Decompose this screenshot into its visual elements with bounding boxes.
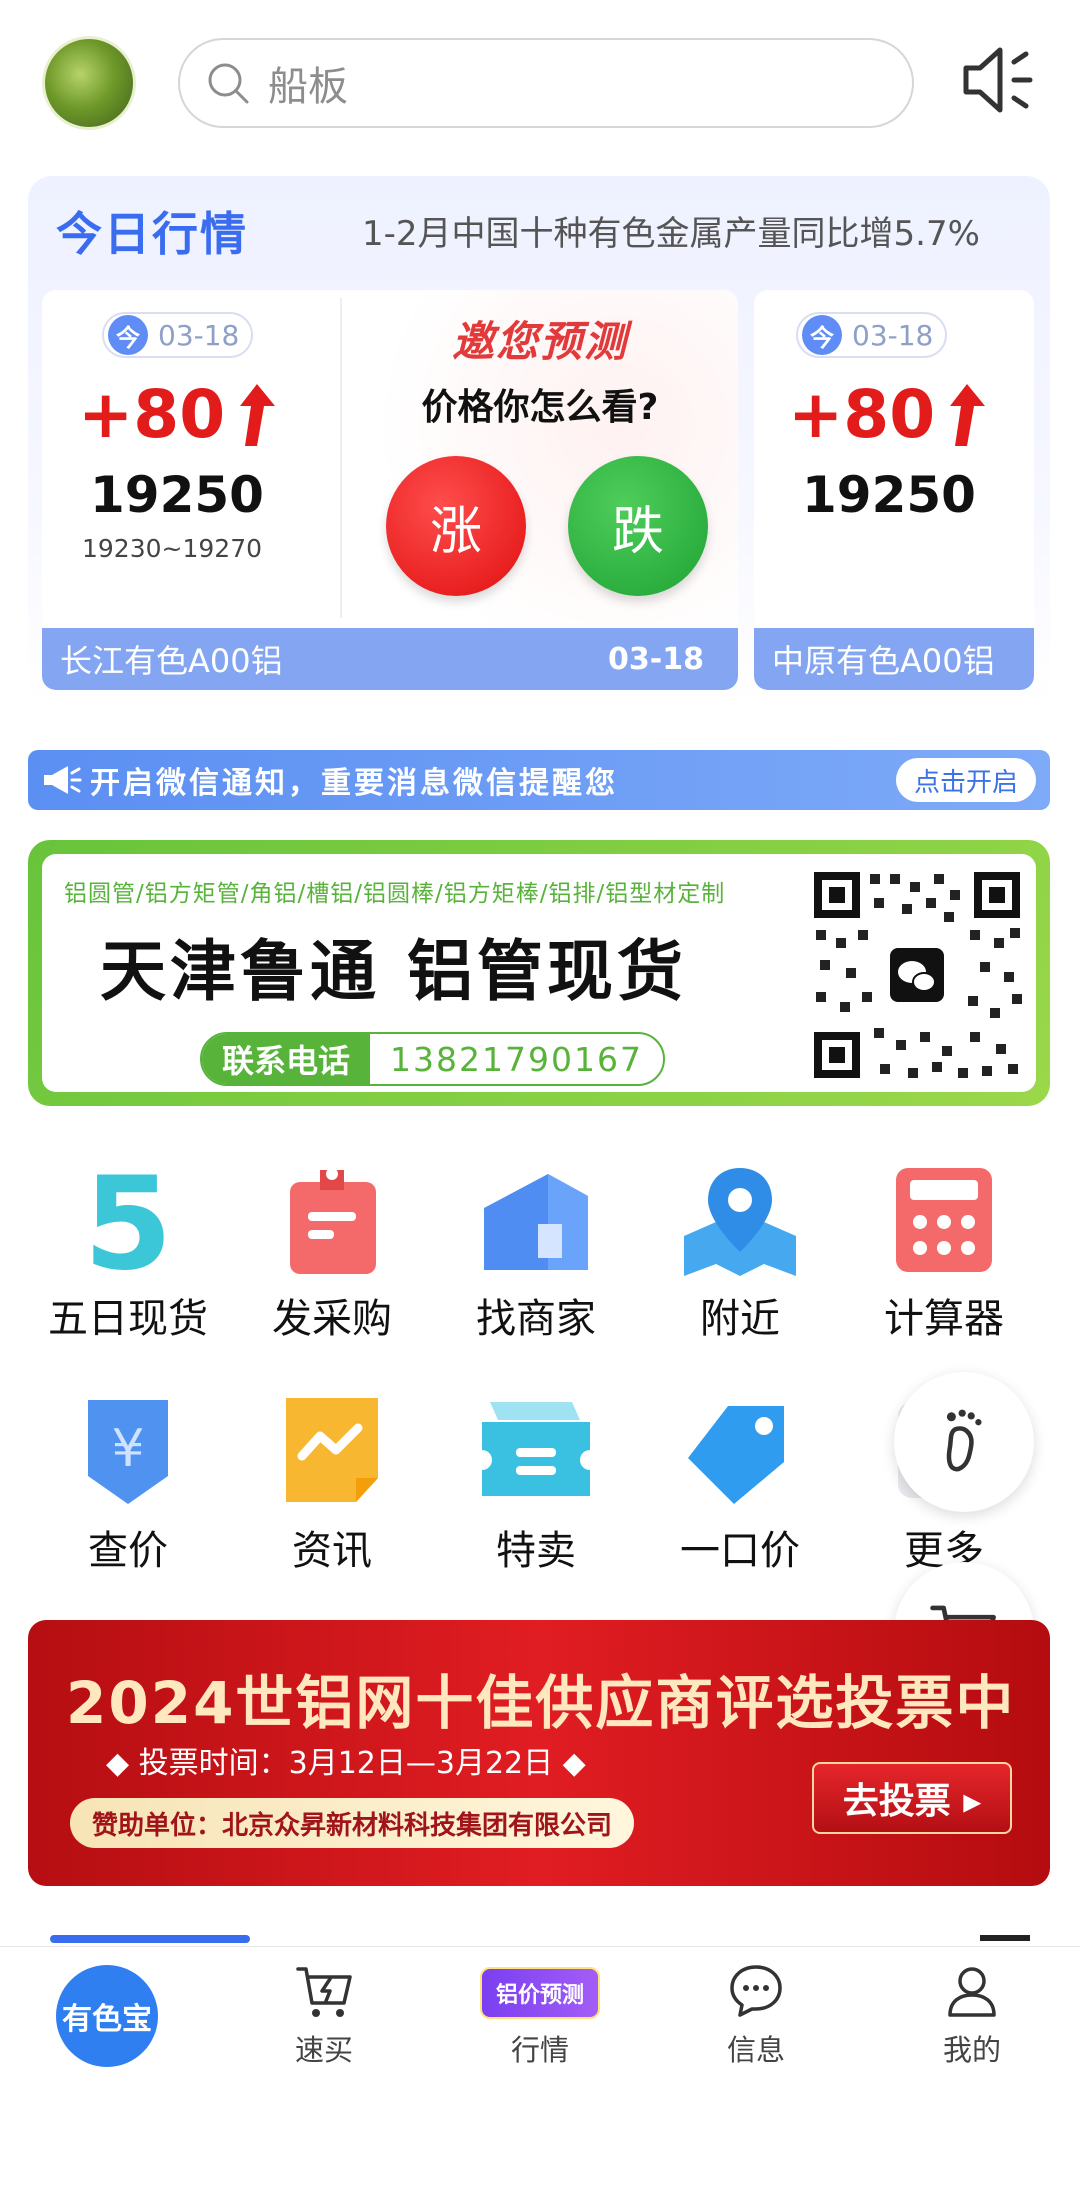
- today-badge: 今: [108, 315, 148, 355]
- search-icon: [208, 63, 249, 104]
- app-header: 船板: [0, 0, 1080, 170]
- grid-item-special-sale[interactable]: 特卖: [436, 1392, 636, 1576]
- quote-date: 03-18: [158, 318, 240, 352]
- today-market-panel: 今日行情 1-2月中国十种有色金属产量同比增5.7% 今 03-18 +80 1…: [28, 176, 1050, 706]
- market-news-ticker[interactable]: 1-2月中国十种有色金属产量同比增5.7%: [362, 206, 980, 255]
- tab-profile[interactable]: 我的: [882, 1961, 1062, 2069]
- calculator-icon: [896, 1168, 992, 1272]
- ticket-icon: [482, 1402, 590, 1496]
- grid-label: 五日现货: [48, 1296, 208, 1342]
- megaphone-icon: [44, 766, 82, 794]
- tab-quick-buy[interactable]: 速买: [234, 1961, 414, 2069]
- notify-text: 开启微信通知，重要消息微信提醒您: [90, 766, 618, 801]
- footprint-float-button[interactable]: [894, 1372, 1034, 1512]
- vote-time: ◆ 投票时间：3月12日—3月22日 ◆: [106, 1746, 586, 1781]
- grid-item-news[interactable]: 资讯: [232, 1392, 432, 1576]
- tab-label: 行情: [510, 2033, 569, 2067]
- vote-sponsor: 赞助单位：北京众昇新材料科技集团有限公司: [70, 1798, 635, 1848]
- chat-bubble-icon: [730, 1965, 782, 2017]
- grid-label: 发采购: [272, 1296, 392, 1342]
- market-title: 今日行情: [56, 207, 248, 261]
- price-change: +80: [78, 376, 276, 453]
- price-change-value: +80: [788, 376, 936, 453]
- search-placeholder: 船板: [268, 64, 348, 110]
- map-pin-icon: [684, 1168, 796, 1276]
- clipboard-icon: [290, 1168, 376, 1274]
- predict-down-button[interactable]: 跌: [568, 456, 708, 596]
- aluminum-pipe-ad-banner[interactable]: 铝圆管/铝方矩管/角铝/槽铝/铝圆棒/铝方矩棒/铝排/铝型材定制 天津鲁通 铝管…: [28, 840, 1050, 1106]
- grid-label: 一口价: [680, 1528, 800, 1574]
- tab-home[interactable]: 有色宝: [56, 1965, 158, 2067]
- ad-headline: 天津鲁通 铝管现货: [100, 932, 687, 1010]
- tab-messages[interactable]: 信息: [666, 1961, 846, 2069]
- grid-label: 附近: [700, 1296, 780, 1342]
- footprint-icon: [946, 1409, 982, 1472]
- ad-product-list: 铝圆管/铝方矩管/角铝/槽铝/铝圆棒/铝方矩棒/铝排/铝型材定制: [64, 881, 726, 907]
- date-pill: 今 03-18: [102, 312, 254, 358]
- shop-icon: [484, 1174, 588, 1270]
- tab-label: 我的: [942, 2033, 1001, 2067]
- quote-date: 03-18: [852, 318, 934, 352]
- price-forecast-badge: 铝价预测: [480, 1967, 600, 2019]
- up-arrow-icon: [950, 383, 986, 446]
- predict-panel: 邀您预测 价格你怎么看? 涨 跌: [342, 290, 738, 628]
- predict-up-button[interactable]: 涨: [386, 456, 526, 596]
- price-range: 19230~19270: [82, 534, 263, 563]
- price-change-value: +80: [78, 376, 226, 453]
- grid-label: 查价: [88, 1528, 168, 1574]
- quick-buy-cart-icon: [296, 1967, 352, 2017]
- bottom-tab-bar: 有色宝 速买 铝价预测 行情 信息 我的: [0, 1946, 1080, 2106]
- grid-label: 计算器: [884, 1296, 1004, 1342]
- ad-phone-number: 13821790167: [390, 1039, 643, 1079]
- ad-content: 铝圆管/铝方矩管/角铝/槽铝/铝圆棒/铝方矩棒/铝排/铝型材定制 天津鲁通 铝管…: [42, 854, 1036, 1092]
- ad-phone-label: 联系电话: [202, 1034, 371, 1084]
- go-vote-button[interactable]: 去投票 ▸: [812, 1762, 1012, 1834]
- price-value: 19250: [90, 466, 264, 524]
- vote-title: 2024世铝网十佳供应商评选投票中: [66, 1669, 1016, 1737]
- yuan-shield-icon: ¥: [88, 1400, 168, 1504]
- search-bar[interactable]: 船板: [178, 38, 914, 128]
- tab-market[interactable]: 铝价预测 行情: [450, 1967, 630, 2069]
- today-badge: 今: [802, 315, 842, 355]
- svg-text:¥: ¥: [111, 1419, 144, 1479]
- tag-icon: [688, 1406, 784, 1504]
- price-value: 19250: [802, 466, 976, 524]
- speaker-icon[interactable]: [958, 40, 1038, 120]
- quote-name: 中原有色A00铝: [772, 642, 995, 680]
- grid-item-post-purchase[interactable]: 发采购: [232, 1160, 432, 1344]
- grid-item-find-merchant[interactable]: 找商家: [436, 1160, 636, 1344]
- predict-question: 价格你怎么看?: [421, 387, 659, 428]
- grid-item-five-day-spot[interactable]: 5 五日现货: [28, 1160, 228, 1344]
- tab-label: 速买: [294, 2033, 353, 2067]
- quote-card-footer: 长江有色A00铝 03-18: [42, 628, 738, 690]
- up-arrow-icon: [240, 383, 276, 446]
- grid-item-calculator[interactable]: 计算器: [844, 1160, 1044, 1344]
- grid-label: 特卖: [496, 1528, 576, 1574]
- next-section-peek: [50, 1935, 1030, 1945]
- grid-item-fixed-price[interactable]: 一口价: [640, 1392, 840, 1576]
- supplier-vote-banner[interactable]: 2024世铝网十佳供应商评选投票中 ◆ 投票时间：3月12日—3月22日 ◆ 赞…: [28, 1620, 1050, 1886]
- grid-label: 找商家: [476, 1296, 596, 1342]
- grid-label: 资讯: [292, 1528, 372, 1574]
- ad-phone-box: 联系电话 13821790167: [200, 1032, 665, 1086]
- quote-card-footer: 中原有色A00铝: [754, 628, 1034, 690]
- enable-notify-button[interactable]: 点击开启: [895, 758, 1036, 802]
- predict-title: 邀您预测: [451, 317, 628, 366]
- wechat-notify-bar[interactable]: 开启微信通知，重要消息微信提醒您 点击开启: [28, 750, 1050, 810]
- qr-code-icon: [810, 868, 1024, 1082]
- price-change: +80: [788, 376, 986, 453]
- user-icon: [948, 1967, 996, 2017]
- tab-label: 信息: [726, 2033, 785, 2067]
- quote-card[interactable]: 今 03-18 +80 19250 19230~19270 邀您预测 价格你怎么…: [42, 290, 738, 690]
- quote-card[interactable]: 今 03-18 +80 19250 中原有色A00铝: [754, 290, 1034, 690]
- date-pill: 今 03-18: [796, 312, 948, 358]
- grid-item-check-price[interactable]: ¥ 查价: [28, 1392, 228, 1576]
- grid-item-nearby[interactable]: 附近: [640, 1160, 840, 1344]
- svg-text:5: 5: [83, 1160, 172, 1280]
- news-icon: [286, 1398, 378, 1502]
- footer-date: 03-18: [608, 641, 704, 677]
- quote-name: 长江有色A00铝: [60, 642, 283, 680]
- five-icon: 5: [83, 1160, 172, 1280]
- user-avatar[interactable]: [42, 36, 136, 130]
